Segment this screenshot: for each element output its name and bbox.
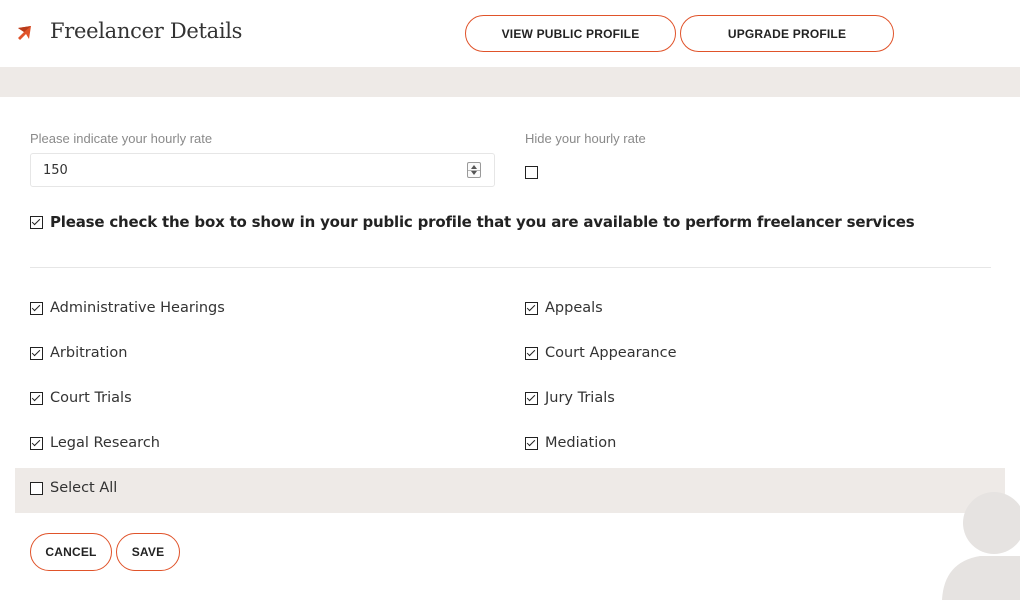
availability-label: Please check the box to show in your pub…	[50, 213, 915, 231]
select-all-label: Select All	[50, 480, 118, 496]
service-label: Jury Trials	[545, 390, 615, 406]
cancel-button[interactable]: CANCEL	[30, 533, 112, 571]
service-label: Administrative Hearings	[50, 300, 225, 316]
divider	[30, 267, 991, 268]
spinner-up-icon	[471, 165, 477, 169]
service-checkbox-administrative-hearings[interactable]	[30, 302, 43, 315]
hourly-rate-label: Please indicate your hourly rate	[30, 131, 213, 146]
spinner-down-icon	[471, 171, 477, 175]
availability-checkbox[interactable]	[30, 216, 43, 229]
hide-rate-checkbox[interactable]	[525, 166, 538, 179]
service-label: Arbitration	[50, 345, 128, 361]
service-checkbox-court-trials[interactable]	[30, 392, 43, 405]
service-label: Legal Research	[50, 435, 160, 451]
service-checkbox-jury-trials[interactable]	[525, 392, 538, 405]
select-all-row	[15, 468, 1005, 513]
service-label: Mediation	[545, 435, 617, 451]
service-label: Court Trials	[50, 390, 132, 406]
hourly-rate-input[interactable]	[30, 153, 495, 187]
service-checkbox-arbitration[interactable]	[30, 347, 43, 360]
page-title: Freelancer Details	[50, 19, 243, 43]
service-checkbox-legal-research[interactable]	[30, 437, 43, 450]
app-header: Freelancer Details VIEW PUBLIC PROFILE U…	[0, 0, 1020, 67]
hide-rate-label: Hide your hourly rate	[525, 131, 646, 146]
service-checkbox-appeals[interactable]	[525, 302, 538, 315]
service-checkbox-court-appearance[interactable]	[525, 347, 538, 360]
select-all-checkbox[interactable]	[30, 482, 43, 495]
service-label: Appeals	[545, 300, 603, 316]
upgrade-profile-button[interactable]: UPGRADE PROFILE	[680, 15, 894, 52]
section-band	[0, 67, 1020, 97]
service-checkbox-mediation[interactable]	[525, 437, 538, 450]
view-public-profile-button[interactable]: VIEW PUBLIC PROFILE	[465, 15, 676, 52]
user-avatar-icon	[942, 492, 1020, 600]
hourly-rate-spinner[interactable]	[467, 162, 481, 178]
arrow-logo-icon	[18, 26, 31, 40]
service-label: Court Appearance	[545, 345, 677, 361]
save-button[interactable]: SAVE	[116, 533, 180, 571]
